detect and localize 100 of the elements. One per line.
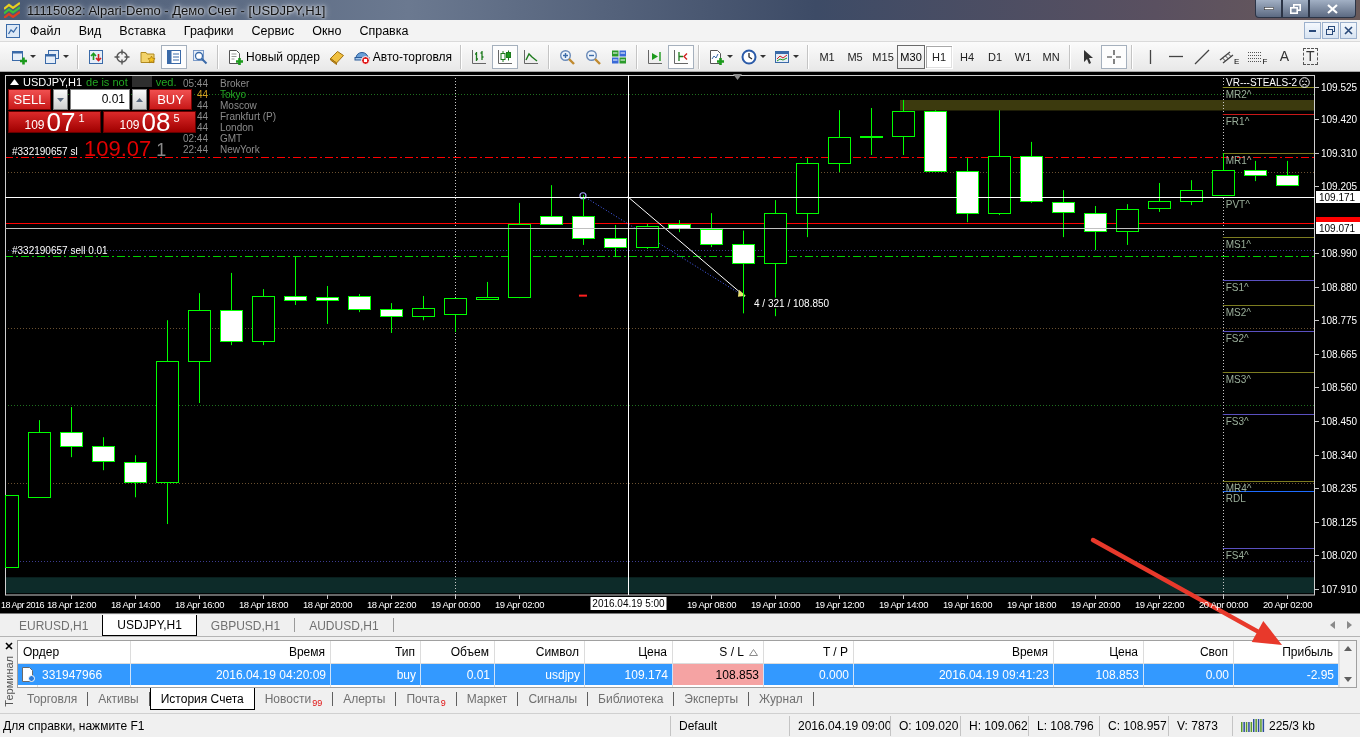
session-time: 44 xyxy=(196,100,208,111)
time-axis-label: 19 Apr 16:00 xyxy=(942,599,993,610)
price-big-figure: 109 xyxy=(119,119,140,132)
price-big-figure: 109 xyxy=(24,119,45,132)
table-cell: 108.853 xyxy=(673,664,764,685)
traffic-value: 225/3 kb xyxy=(1269,718,1316,733)
session-name: London xyxy=(220,122,254,133)
pivot-label: MR2^ xyxy=(1225,88,1252,100)
close-price: C: 108.957 xyxy=(1108,718,1167,733)
panel-title: Терминал xyxy=(2,656,15,707)
time-axis-label: 18 Apr 22:00 xyxy=(366,599,417,610)
price-fraction: 5 xyxy=(173,112,180,124)
profile-name: Default xyxy=(679,718,718,733)
expert-status-text: de is not xyxy=(86,75,128,88)
table-cell: 0.000 xyxy=(764,664,854,685)
ref-line-label: 109.071 xyxy=(1319,223,1356,234)
pivot-label: FS2^ xyxy=(1225,332,1249,344)
pivot-label: PVT^ xyxy=(1225,198,1250,210)
session-time: 02:44 xyxy=(182,133,208,144)
ref-line-label: 109.171 xyxy=(1319,192,1356,203)
time-axis-label: 18 Apr 16:00 xyxy=(174,599,225,610)
pivot-label: FR1^ xyxy=(1225,115,1250,127)
price-tag: 109.071 xyxy=(1316,222,1360,234)
time-axis-label: 19 Apr 00:00 xyxy=(430,599,481,610)
time-axis-label: 20 Apr 02:00 xyxy=(1262,599,1313,610)
price-axis-label: 108.665 xyxy=(1321,349,1358,360)
price-axis-label: 108.340 xyxy=(1321,450,1358,461)
pivot-label: FS1^ xyxy=(1225,281,1249,293)
price-axis-label: 107.910 xyxy=(1321,584,1358,595)
time-axis-label: 19 Apr 10:00 xyxy=(750,599,801,610)
time-axis-label: 18 Apr 14:00 xyxy=(110,599,161,610)
pivot-label: FS3^ xyxy=(1225,415,1249,427)
expert-status-text: ved. xyxy=(155,75,177,88)
table-cell: 108.853 xyxy=(1054,664,1144,685)
price-axis-label: 108.020 xyxy=(1321,550,1358,561)
table-cell: 0.01 xyxy=(421,664,495,685)
price-axis-label: 108.560 xyxy=(1321,382,1358,393)
time-axis-label: 19 Apr 02:00 xyxy=(494,599,545,610)
price-axis-label: 109.205 xyxy=(1321,181,1358,192)
time-axis-label: 19 Apr 22:00 xyxy=(1134,599,1185,610)
order-label: #332190657 sl xyxy=(12,145,78,157)
low-price: L: 108.796 xyxy=(1037,718,1094,733)
crosshair-time-label: 2016.04.19 5:00 xyxy=(590,597,667,610)
price-axis-label: 108.125 xyxy=(1321,517,1358,528)
session-name: Frankfurt (P) xyxy=(220,111,277,122)
pivot-label: MS1^ xyxy=(1225,238,1252,250)
unread-count: 99 xyxy=(312,698,323,708)
session-name: NewYork xyxy=(220,144,260,155)
session-name: Moscow xyxy=(220,100,257,111)
time-axis-label: 19 Apr 14:00 xyxy=(878,599,929,610)
price-pips: 07 xyxy=(46,112,76,132)
session-name: GMT xyxy=(220,133,243,144)
order-label: #332190657 sell 0.01 xyxy=(12,244,108,256)
session-name: Tokyo xyxy=(220,89,247,100)
price-pips: 08 xyxy=(141,112,171,132)
bid-price-overlay: 109.07 xyxy=(84,137,152,161)
time-axis-label: 18 Apr 18:00 xyxy=(238,599,289,610)
session-time: 05:44 xyxy=(182,78,208,89)
date-label: 18 Apr 2016 xyxy=(1,600,45,610)
price-axis-label: 108.235 xyxy=(1321,483,1358,494)
time-axis-label: 18 Apr 20:00 xyxy=(302,599,353,610)
price-axis-label: 108.450 xyxy=(1321,416,1358,427)
time-axis-label: 18 Apr 12:00 xyxy=(46,599,97,610)
table-cell: 0.00 xyxy=(1144,664,1234,685)
table-cell: 2016.04.19 09:41:23 xyxy=(854,664,1054,685)
session-name: Broker xyxy=(220,78,250,89)
high-price: H: 109.062 xyxy=(969,718,1028,733)
table-cell: 2016.04.19 04:20:09 xyxy=(131,664,331,685)
price-axis-label: 108.880 xyxy=(1321,282,1358,293)
session-time: 22:44 xyxy=(182,144,208,155)
pivot-label: MR4^ xyxy=(1225,482,1252,494)
pivot-label: FS4^ xyxy=(1225,549,1249,561)
session-time: 44 xyxy=(196,89,208,100)
time-axis-label: 19 Apr 18:00 xyxy=(1006,599,1057,610)
indicator-name: VR---STEALS-2 xyxy=(1226,77,1298,88)
unread-count: 9 xyxy=(440,698,446,708)
pivot-label: RDL xyxy=(1225,492,1246,504)
price-tag: 109.171 xyxy=(1316,191,1360,203)
open-price: O: 109.020 xyxy=(899,718,959,733)
session-time: 44 xyxy=(196,122,208,133)
time-axis-label: 19 Apr 20:00 xyxy=(1070,599,1121,610)
volume-value: V: 7873 xyxy=(1177,718,1218,733)
price-axis-label: 109.525 xyxy=(1321,82,1358,93)
pivot-label: MS3^ xyxy=(1225,373,1252,385)
table-cell: buy xyxy=(331,664,421,685)
window-title: 11115082: Alpari-Demo - Демо Счет - [USDJPY,H1] xyxy=(27,2,326,18)
chart-symbol-title: USDJPY,H1 xyxy=(23,75,83,88)
session-time: 44 xyxy=(196,111,208,122)
table-cell: 331947966 xyxy=(38,664,131,685)
price-axis-label: 108.990 xyxy=(1321,248,1358,259)
price-fraction: 1 xyxy=(156,140,167,160)
price-axis-label: 109.310 xyxy=(1321,148,1358,159)
table-cell: usdjpy xyxy=(495,664,585,685)
time-axis-label: 19 Apr 08:00 xyxy=(686,599,737,610)
pivot-label: MR1^ xyxy=(1225,154,1252,166)
price-axis-label: 108.775 xyxy=(1321,315,1358,326)
price-fraction: 1 xyxy=(78,112,85,124)
pivot-label: MS2^ xyxy=(1225,306,1252,318)
time-axis-label: 19 Apr 12:00 xyxy=(814,599,865,610)
price-axis-label: 109.420 xyxy=(1321,114,1358,125)
